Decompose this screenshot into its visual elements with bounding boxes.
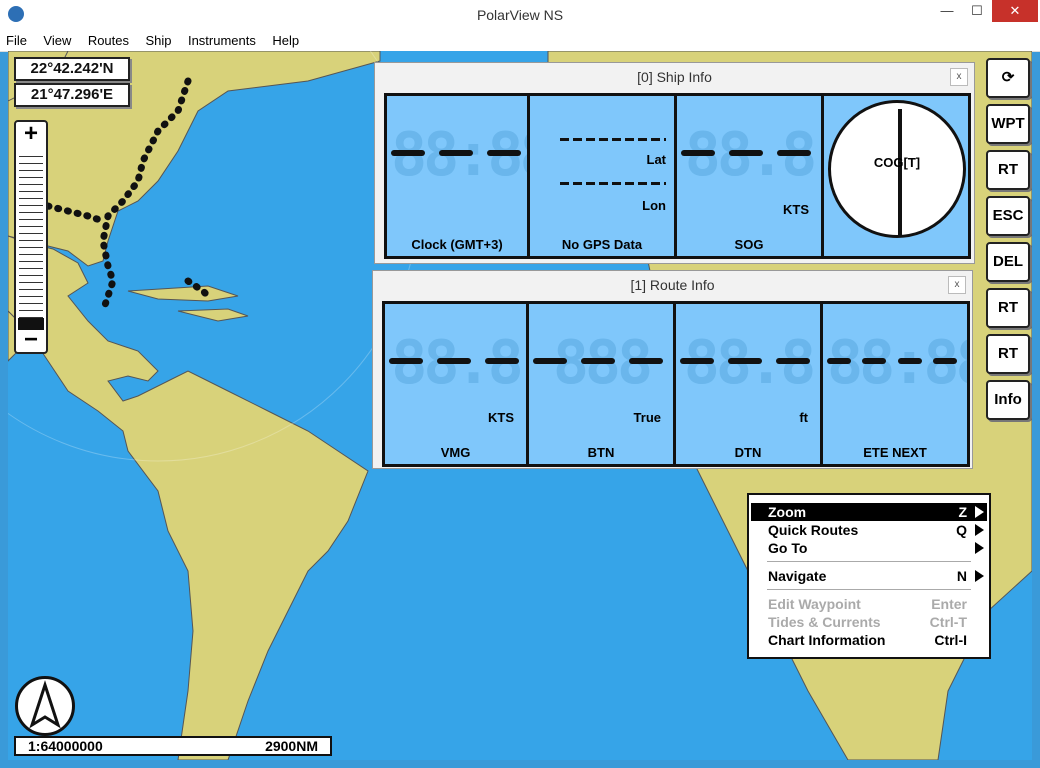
compass-needle	[898, 109, 902, 235]
menu-instruments[interactable]: Instruments	[182, 31, 262, 50]
menu-item-tides-currents: Tides & Currents Ctrl-T	[768, 614, 967, 630]
menu-bar: File View Routes Ship Instruments Help	[0, 31, 1040, 52]
lat-label: Lat	[646, 152, 667, 167]
window-title: PolarView NS	[476, 7, 564, 23]
sog-dashes	[681, 150, 811, 156]
escape-button[interactable]: ESC	[986, 196, 1030, 236]
latitude-readout: 22°42.242'N	[14, 57, 130, 81]
cog-gauge[interactable]: COG[T]	[821, 93, 971, 259]
menu-item-go-to[interactable]: Go To	[751, 539, 987, 557]
refresh-icon: ⟳	[1001, 69, 1015, 86]
route-button[interactable]: RT	[986, 150, 1030, 190]
refresh-button[interactable]: ⟳	[986, 58, 1030, 98]
clock-label: Clock (GMT+3)	[411, 237, 503, 252]
ship-info-title: [0] Ship Info	[637, 69, 712, 85]
submenu-arrow-icon	[975, 506, 984, 518]
vmg-dashes	[389, 358, 519, 364]
dtn-dashes	[680, 358, 810, 364]
info-button[interactable]: Info	[986, 380, 1030, 420]
title-bar: PolarView NS — ☐ ✕	[0, 0, 1040, 31]
menu-separator	[767, 561, 971, 562]
clock-dashes	[391, 150, 521, 156]
minimize-button[interactable]: —	[932, 0, 962, 22]
lat-dashes	[560, 138, 666, 141]
zoom-slider[interactable]: + −	[14, 120, 48, 354]
scale-distance: 2900NM	[265, 738, 318, 754]
route-info-close-button[interactable]: x	[948, 276, 966, 294]
route-off-button[interactable]: RT	[986, 288, 1030, 328]
btn-label: BTN	[587, 445, 615, 460]
scale-bar: 1:64000000 2900NM	[14, 736, 332, 756]
ete-gauge[interactable]: 88:88 ETE NEXT	[820, 301, 970, 467]
submenu-arrow-icon	[975, 542, 984, 554]
close-button[interactable]: ✕	[992, 0, 1038, 22]
sog-unit: KTS	[783, 202, 809, 217]
north-arrow-icon	[29, 680, 61, 729]
waypoint-button[interactable]: WPT	[986, 104, 1030, 144]
submenu-arrow-icon	[975, 524, 984, 536]
sog-gauge[interactable]: 88.8 KTS SOG	[674, 93, 824, 259]
lon-dashes	[560, 182, 666, 185]
vmg-gauge[interactable]: 88.8 KTS VMG	[382, 301, 529, 467]
scale-ratio: 1:64000000	[28, 738, 103, 754]
menu-item-zoom[interactable]: Zoom Z	[751, 503, 987, 521]
menu-item-chart-information[interactable]: Chart Information Ctrl-I	[751, 631, 987, 649]
menu-routes[interactable]: Routes	[82, 31, 135, 50]
menu-view[interactable]: View	[37, 31, 77, 50]
north-up-button[interactable]	[15, 676, 75, 736]
submenu-arrow-icon	[975, 570, 984, 582]
context-menu[interactable]: Zoom Z Quick Routes Q Go To Navigate N Edit…	[747, 493, 991, 659]
delete-button[interactable]: DEL	[986, 242, 1030, 282]
dtn-gauge[interactable]: 88.8 ft DTN	[673, 301, 823, 467]
dtn-label: DTN	[734, 445, 762, 460]
ship-info-close-button[interactable]: x	[950, 68, 968, 86]
vmg-label: VMG	[440, 445, 471, 460]
vmg-unit: KTS	[488, 410, 514, 425]
menu-item-quick-routes[interactable]: Quick Routes Q	[751, 521, 987, 539]
btn-gauge[interactable]: 888 True BTN	[526, 301, 676, 467]
compass-dial-icon: COG[T]	[828, 100, 966, 238]
clock-gauge[interactable]: 88:88 Clock (GMT+3)	[384, 93, 530, 259]
menu-help[interactable]: Help	[266, 31, 305, 50]
route-info-panel[interactable]: [1] Route Info x 88.8 KTS VMG 888 True B…	[372, 270, 973, 469]
zoom-out-button[interactable]: −	[16, 328, 46, 352]
ete-label: ETE NEXT	[863, 445, 927, 460]
menu-separator	[767, 589, 971, 590]
ship-info-panel[interactable]: [0] Ship Info x 88:88 Clock (GMT+3) Lat …	[374, 62, 975, 264]
zoom-in-button[interactable]: +	[16, 122, 46, 146]
menu-ship[interactable]: Ship	[139, 31, 177, 50]
btn-unit: True	[633, 410, 661, 425]
menu-item-navigate[interactable]: Navigate N	[751, 567, 987, 585]
ete-dashes	[827, 358, 957, 364]
menu-file[interactable]: File	[0, 31, 33, 50]
btn-dashes	[533, 358, 663, 364]
lon-label: Lon	[642, 198, 666, 213]
maximize-button[interactable]: ☐	[962, 0, 992, 22]
dtn-unit: ft	[799, 410, 808, 425]
cog-label: COG[T]	[873, 155, 921, 170]
route-info-title: [1] Route Info	[630, 277, 715, 293]
gps-gauge[interactable]: Lat Lon No GPS Data	[527, 93, 677, 259]
menu-item-edit-waypoint: Edit Waypoint Enter	[768, 596, 967, 612]
zoom-scale[interactable]	[19, 150, 43, 320]
route-back-button[interactable]: RT	[986, 334, 1030, 374]
sog-label: SOG	[734, 237, 764, 252]
gps-label: No GPS Data	[561, 237, 643, 252]
longitude-readout: 21°47.296'E	[14, 83, 130, 107]
